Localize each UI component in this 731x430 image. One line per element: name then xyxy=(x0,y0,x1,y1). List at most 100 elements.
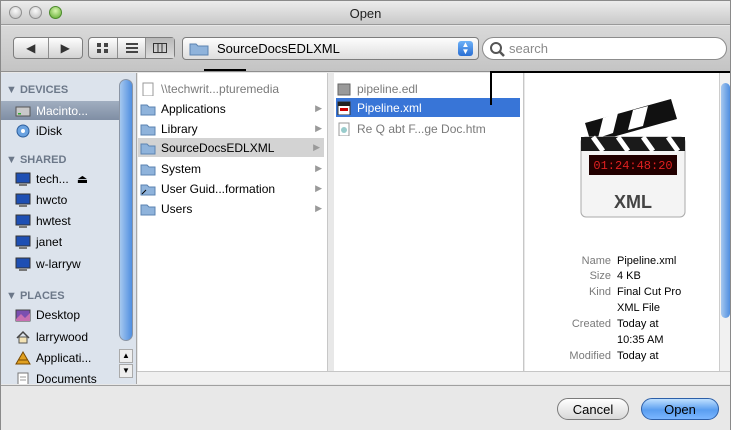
sidebar-item-desktop[interactable]: Desktop xyxy=(15,305,119,324)
path-popup[interactable]: SourceDocsEDLXML ▲ ▼ xyxy=(182,37,479,60)
sidebar-item-label: w-larryw xyxy=(36,256,81,271)
horizontal-scrollbar[interactable] xyxy=(137,371,730,384)
edl-file-icon xyxy=(337,83,351,95)
sidebar-scrollbar-thumb[interactable] xyxy=(119,79,133,341)
column-item-label: Pipeline.xml xyxy=(357,100,422,115)
browser-column-1: \\techwrit...pturemedia Applications ▶ Li… xyxy=(138,73,328,384)
documents-icon xyxy=(17,372,29,384)
column-item-label: Re Q abt F...ge Doc.htm xyxy=(357,121,486,136)
applications-icon xyxy=(15,350,31,364)
meta-key: Kind xyxy=(588,286,611,298)
sidebar-section-shared: ▼ SHARED xyxy=(6,154,67,166)
column-item-label: pipeline.edl xyxy=(357,81,418,96)
sidebar-item-documents[interactable]: Documents xyxy=(15,369,119,384)
sidebar-item-label: Desktop xyxy=(36,307,81,322)
column-item-label: Applications xyxy=(161,101,226,116)
final-cut-xml-icon: 01:24:48:20 XML xyxy=(580,99,686,218)
alias-folder-icon xyxy=(140,184,156,195)
meta-value: 10:35 AM xyxy=(617,334,664,346)
column-item-server[interactable]: \\techwrit...pturemedia xyxy=(140,79,326,98)
icon-view-icon xyxy=(97,43,108,53)
column-item-library[interactable]: Library ▶ xyxy=(140,119,326,138)
preview-scrollbar[interactable] xyxy=(719,73,730,384)
back-button[interactable]: ◀ xyxy=(14,38,49,58)
sidebar-item-larrywood[interactable]: larrywood xyxy=(15,327,119,346)
column-item-label: System xyxy=(161,161,202,176)
preview-scrollbar-thumb[interactable] xyxy=(721,83,730,318)
back-forward-control: ◀ ▶ xyxy=(13,37,83,59)
meta-value: XML File xyxy=(617,302,660,314)
callout-line xyxy=(490,71,730,73)
dialog-footer: Cancel Open xyxy=(1,385,730,430)
column-view-icon xyxy=(153,43,167,53)
column-item-label: Library xyxy=(161,121,198,136)
forward-arrow-icon: ▶ xyxy=(60,41,70,55)
html-file-icon xyxy=(338,122,350,136)
disclosure-arrow-icon: ▶ xyxy=(315,203,322,213)
network-computer-icon xyxy=(15,172,31,186)
toolbar: ◀ ▶ SourceDocsEDLXML ▲ ▼ search xyxy=(1,26,730,72)
document-icon xyxy=(142,82,154,96)
search-field[interactable]: search xyxy=(482,37,727,60)
icon-view-button[interactable] xyxy=(89,38,118,58)
desktop-icon xyxy=(15,309,31,321)
column-item-system[interactable]: System ▶ xyxy=(140,159,326,178)
sidebar-section-devices: ▼ DEVICES xyxy=(6,84,69,96)
meta-key: Name xyxy=(581,255,611,267)
preview-pane: 01:24:48:20 XML Name Pipeline.xml Size 4… xyxy=(525,73,719,384)
browser-column-2: pipeline.edl Pipeline.xml Re Q abt F...g… xyxy=(334,73,524,384)
folder-icon xyxy=(189,43,209,56)
sidebar-item-idisk[interactable]: iDisk xyxy=(15,121,119,140)
sidebar-item-w-larryw[interactable]: w-larryw xyxy=(15,254,119,273)
sidebar-scroll-up-button[interactable]: ▲ xyxy=(119,349,133,363)
view-mode-control xyxy=(88,37,175,59)
sidebar-item-label: tech... xyxy=(36,171,69,186)
sidebar-item-tech[interactable]: tech... ⏏ xyxy=(15,169,119,188)
list-view-icon xyxy=(125,43,138,53)
sidebar-item-janet[interactable]: janet xyxy=(15,232,119,251)
folder-icon xyxy=(140,104,156,115)
open-dialog: Open ◀ ▶ SourceDocsEDLXML ▲ ▼ search ▼ D… xyxy=(0,0,731,430)
sidebar-section-places: ▼ PLACES xyxy=(6,290,65,302)
forward-button[interactable]: ▶ xyxy=(49,38,83,58)
sidebar-item-applications[interactable]: Applicati... xyxy=(15,348,119,367)
meta-key: Modified xyxy=(569,350,611,362)
list-view-button[interactable] xyxy=(118,38,146,58)
column-item-re-q-doc[interactable]: Re Q abt F...ge Doc.htm xyxy=(336,119,522,138)
sidebar-item-label: Applicati... xyxy=(36,350,92,365)
sidebar-item-label: larrywood xyxy=(36,329,89,344)
column-item-pipeline-xml[interactable]: Pipeline.xml xyxy=(336,98,520,117)
meta-value: Today at xyxy=(617,318,659,330)
sidebar-item-label: Documents xyxy=(36,371,97,385)
sidebar: ▼ DEVICES Macinto... iDisk ▼ SHARED tech… xyxy=(1,73,137,384)
sidebar-item-hwcto[interactable]: hwcto xyxy=(15,190,119,209)
sidebar-item-macintosh[interactable]: Macinto... xyxy=(1,101,119,120)
open-button[interactable]: Open xyxy=(641,398,719,420)
idisk-icon xyxy=(16,124,30,137)
column-item-pipeline-edl[interactable]: pipeline.edl xyxy=(336,79,522,98)
sidebar-scroll-down-button[interactable]: ▼ xyxy=(119,364,133,378)
hard-drive-icon xyxy=(15,106,31,116)
column-view-button[interactable] xyxy=(146,38,174,58)
eject-icon[interactable]: ⏏ xyxy=(77,172,88,186)
chevron-updown-icon: ▲ ▼ xyxy=(458,41,473,56)
column-item-users[interactable]: Users ▶ xyxy=(140,199,326,218)
cancel-button[interactable]: Cancel xyxy=(557,398,629,420)
meta-key: Size xyxy=(589,270,611,282)
search-placeholder: search xyxy=(509,41,549,56)
sidebar-item-label: Macinto... xyxy=(36,103,89,118)
folder-icon xyxy=(140,143,156,154)
network-computer-icon xyxy=(15,193,31,207)
column-item-sourcedocsedlxml[interactable]: SourceDocsEDLXML ▶ xyxy=(138,138,324,157)
column-item-applications[interactable]: Applications ▶ xyxy=(140,99,326,118)
disclosure-arrow-icon: ▶ xyxy=(315,183,322,193)
disclosure-arrow-icon: ▶ xyxy=(313,142,320,152)
sidebar-item-hwtest[interactable]: hwtest xyxy=(15,211,119,230)
meta-key: Created xyxy=(571,318,611,330)
column-item-user-guide[interactable]: User Guid...formation ▶ xyxy=(140,179,326,198)
sidebar-item-label: iDisk xyxy=(36,123,62,138)
column-item-label: User Guid...formation xyxy=(161,181,276,196)
disclosure-arrow-icon: ▶ xyxy=(315,163,322,173)
folder-icon xyxy=(140,204,156,215)
folder-icon xyxy=(140,124,156,135)
